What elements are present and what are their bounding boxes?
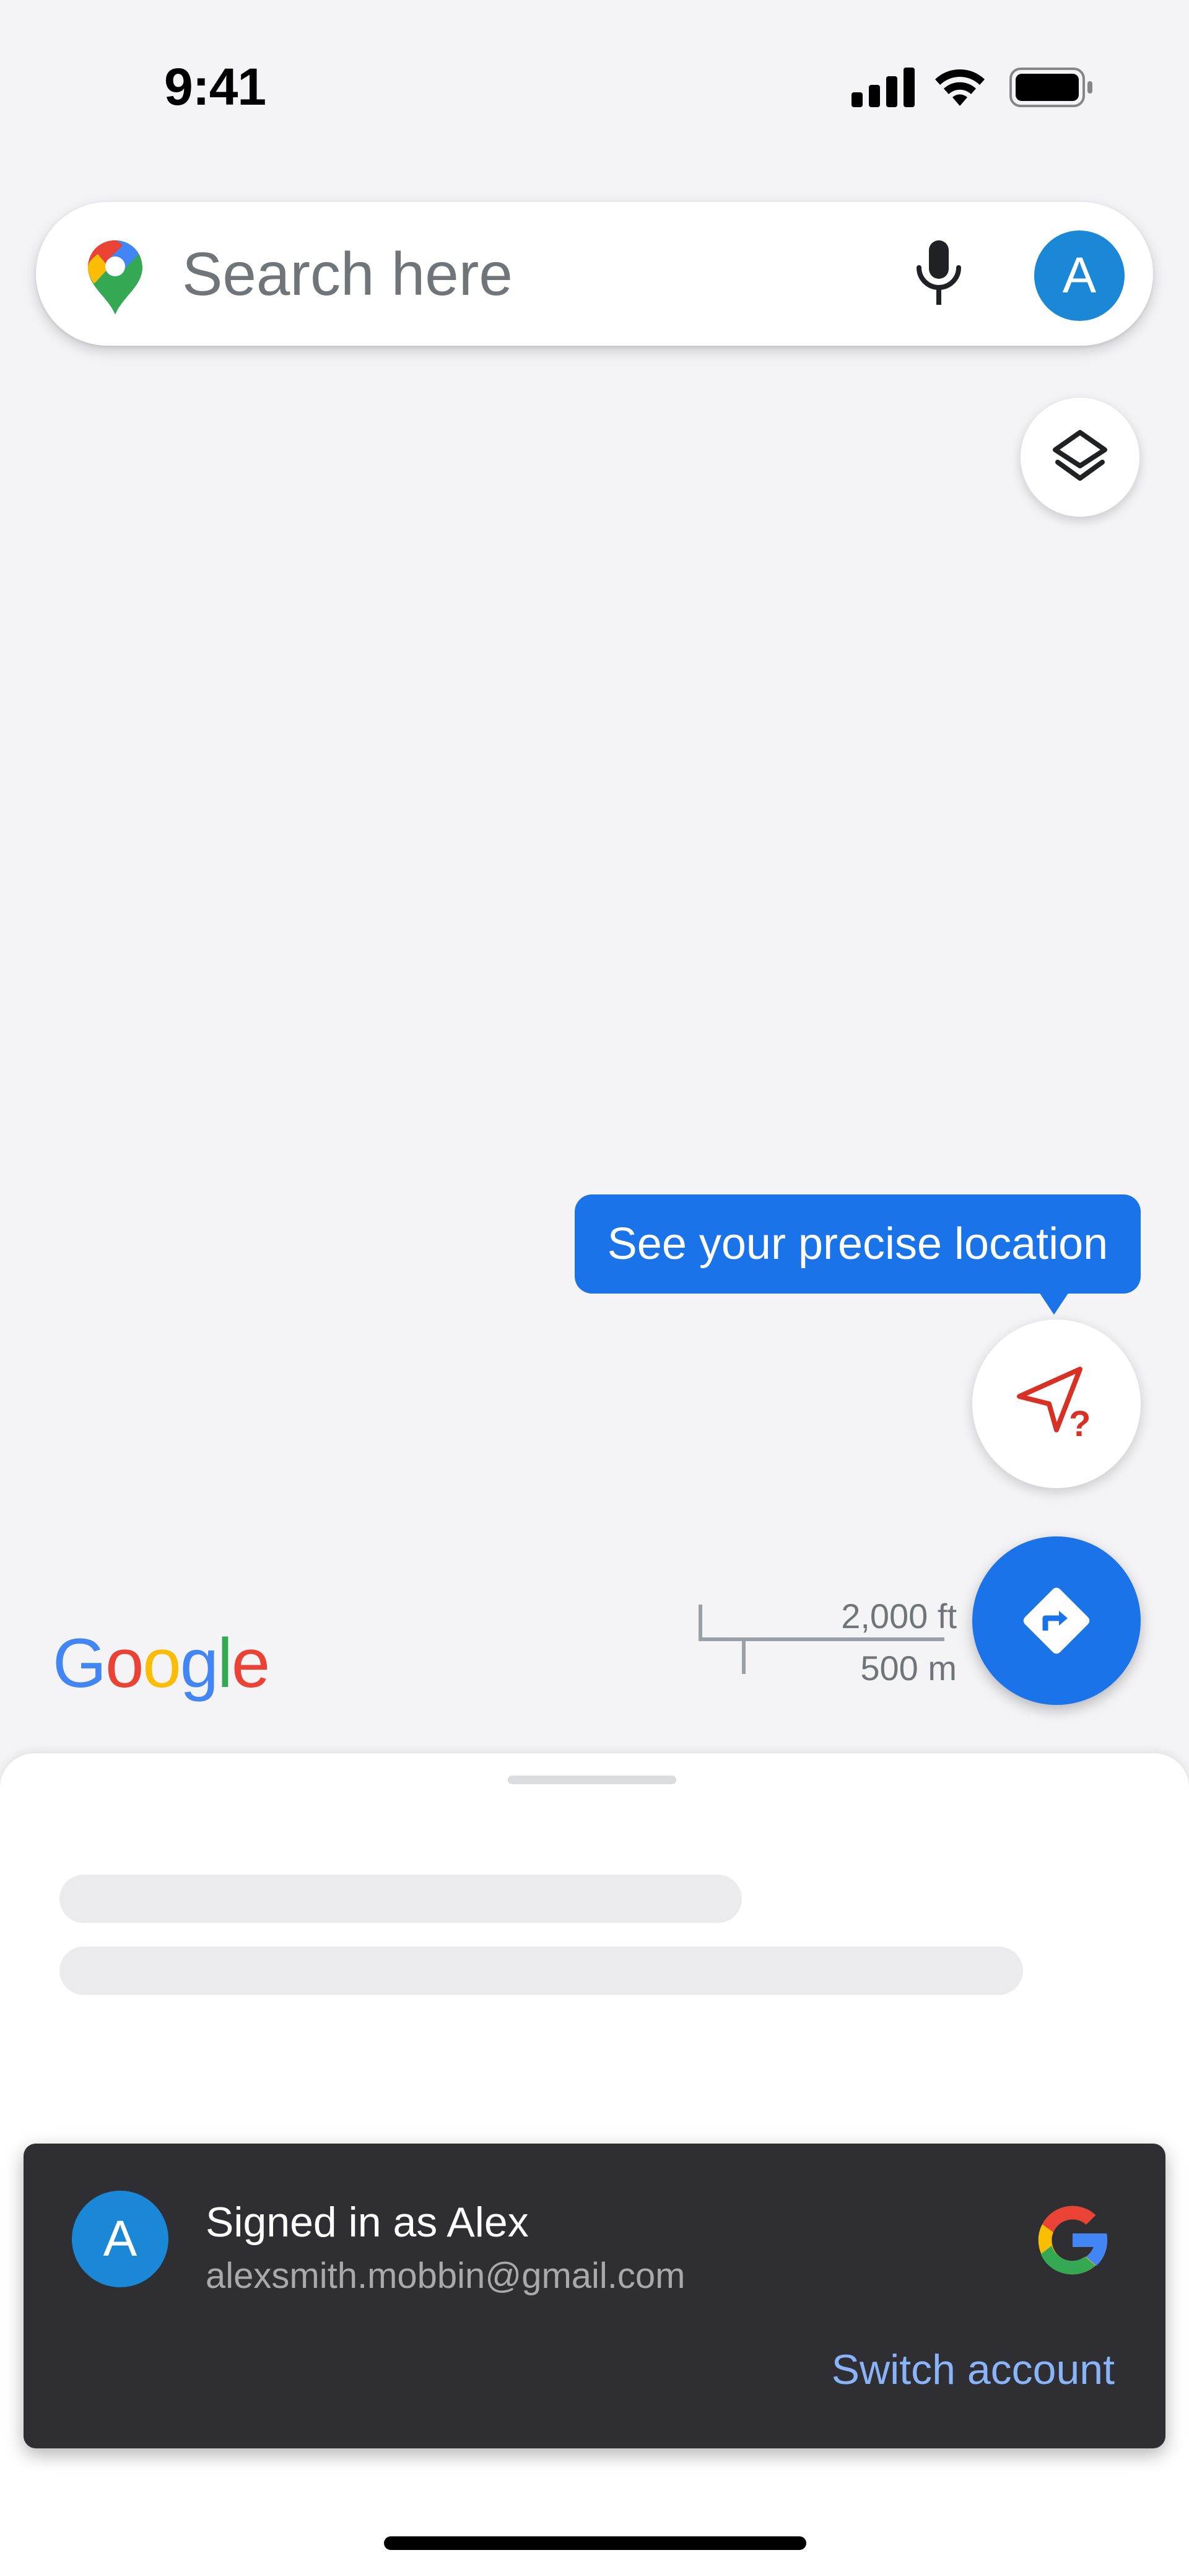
location-unknown-icon: ?	[1017, 1367, 1091, 1444]
precise-location-tooltip: See your precise location	[575, 1194, 1141, 1294]
loading-placeholder	[59, 1947, 1023, 1995]
directions-button[interactable]	[972, 1536, 1141, 1705]
loading-placeholder	[59, 1875, 742, 1923]
scale-metric: 500 m	[860, 1649, 957, 1688]
signed-in-snackbar: A Signed in as Alex alexsmith.mobbin@gma…	[24, 2144, 1165, 2448]
google-logo: Google	[53, 1624, 270, 1702]
home-indicator[interactable]	[384, 2536, 806, 2550]
snackbar-title: Signed in as Alex	[206, 2199, 529, 2246]
wifi-icon	[935, 69, 985, 106]
snackbar-email: alexsmith.mobbin@gmail.com	[206, 2256, 686, 2296]
layers-icon	[1053, 430, 1107, 481]
snackbar-avatar: A	[72, 2191, 168, 2287]
battery-icon	[1009, 68, 1092, 107]
search-input[interactable]: Search here	[182, 243, 513, 305]
search-bar[interactable]: Search here A	[36, 202, 1153, 346]
layers-button[interactable]	[1021, 398, 1139, 517]
my-location-button[interactable]: ?	[972, 1320, 1141, 1488]
sheet-drag-handle[interactable]	[508, 1776, 676, 1784]
scale-imperial: 2,000 ft	[841, 1597, 957, 1636]
status-icons	[851, 68, 1092, 107]
google-g-icon	[1038, 2206, 1109, 2275]
switch-account-button[interactable]: Switch account	[832, 2346, 1115, 2394]
maps-pin-icon	[88, 240, 142, 315]
signal-icon	[851, 68, 915, 107]
status-time: 9:41	[164, 58, 266, 116]
account-avatar[interactable]: A	[1034, 230, 1125, 321]
mic-icon[interactable]	[909, 239, 969, 307]
tooltip-arrow	[1039, 1292, 1069, 1315]
directions-icon	[1023, 1587, 1090, 1654]
map-scale: 2,000 ft 500 m	[697, 1586, 957, 1688]
svg-text:?: ?	[1069, 1404, 1091, 1444]
